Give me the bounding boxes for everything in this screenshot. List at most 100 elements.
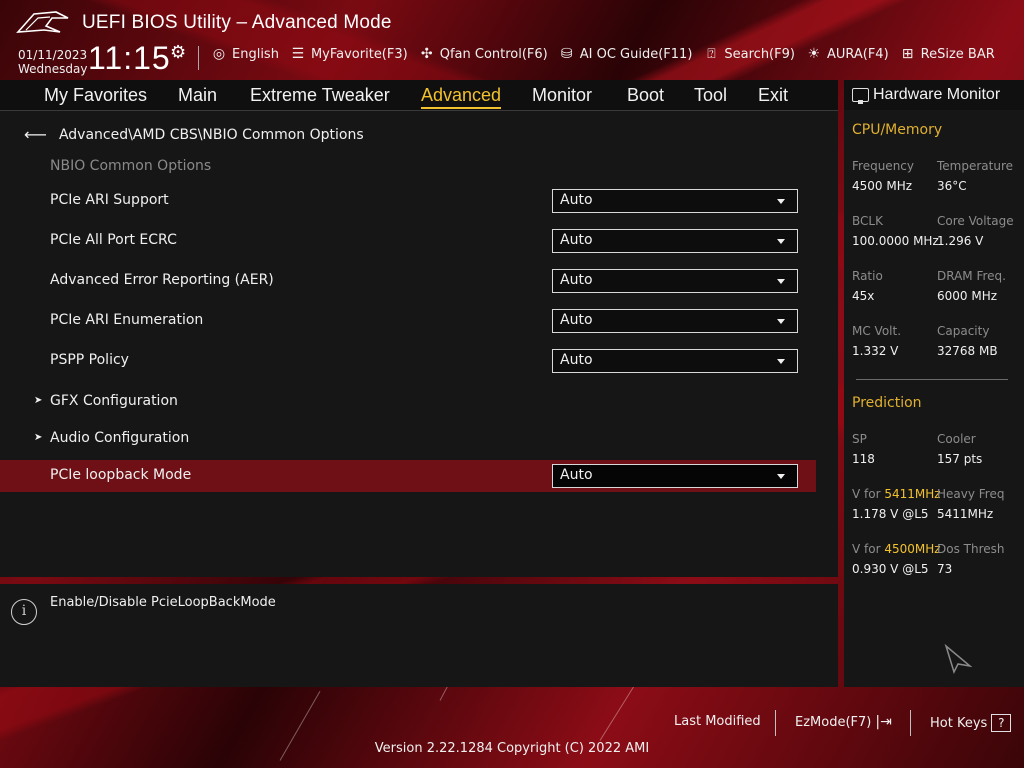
sp-value: 118: [852, 452, 875, 466]
frequency-label: Frequency: [852, 159, 914, 173]
setting-label: PSPP Policy: [50, 352, 129, 368]
v-for-heavy-value: 1.178 V @L5: [852, 507, 929, 521]
submenu-arrow-icon: ➤: [34, 395, 43, 406]
v-for-heavy-label: V for 5411MHz: [852, 487, 941, 501]
app-title: UEFI BIOS Utility – Advanced Mode: [82, 12, 392, 33]
v-for-dos-value: 0.930 V @L5: [852, 562, 929, 576]
hot-keys-button[interactable]: Hot Keys ?: [930, 714, 1012, 732]
help-panel: i Enable/Disable PcieLoopBackMode: [0, 584, 838, 687]
setting-label: PCIe ARI Support: [50, 192, 169, 208]
v-freq-highlight: 4500MHz: [884, 542, 941, 556]
bclk-value: 100.0000 MHz: [852, 234, 939, 248]
cooler-value: 157 pts: [937, 452, 983, 466]
frequency-value: 4500 MHz: [852, 179, 913, 193]
v-for-dos-label: V for 4500MHz: [852, 542, 941, 556]
aura-button[interactable]: ☀ AURA(F4): [805, 46, 889, 62]
setting-label: PCIe All Port ECRC: [50, 232, 177, 248]
select-value: Auto: [560, 232, 593, 248]
pcie-ari-enumeration-select[interactable]: Auto: [552, 309, 798, 333]
qfan-label: Qfan Control(F6): [439, 46, 548, 62]
cooler-label: Cooler: [937, 432, 976, 446]
sp-label: SP: [852, 432, 867, 446]
tab-advanced[interactable]: Advanced: [421, 85, 502, 109]
select-value: Auto: [560, 192, 593, 208]
setting-row-pcie-ari-support[interactable]: PCIe ARI Support Auto: [0, 185, 816, 217]
dropdown-caret-icon: [777, 319, 785, 324]
monitor-icon: [852, 88, 869, 104]
search-label: Search(F9): [724, 46, 795, 62]
tab-my-favorites[interactable]: My Favorites: [44, 85, 147, 106]
select-value: Auto: [560, 272, 593, 288]
mc-volt-value: 1.332 V: [852, 344, 899, 358]
setting-label: Advanced Error Reporting (AER): [50, 272, 274, 288]
ezmode-button[interactable]: EzMode(F7) |⇥: [795, 714, 892, 730]
search-icon: ⍰: [707, 46, 716, 62]
v-prefix: V for: [852, 487, 885, 501]
tab-main[interactable]: Main: [178, 85, 217, 106]
submenu-label: Audio Configuration: [50, 430, 190, 446]
back-arrow-icon[interactable]: ⟵: [24, 125, 47, 144]
hot-keys-label: Hot Keys: [930, 715, 988, 731]
toolbar-divider: [198, 46, 199, 70]
language-button[interactable]: ◎ English: [210, 46, 279, 62]
aura-icon: ☀: [807, 46, 821, 62]
submenu-arrow-icon: ➤: [34, 432, 43, 443]
tab-tool[interactable]: Tool: [694, 85, 727, 106]
setting-label: PCIe ARI Enumeration: [50, 312, 204, 328]
settings-panel: ⟵ Advanced\AMD CBS\NBIO Common Options N…: [0, 111, 838, 577]
qfan-control-button[interactable]: ✣ Qfan Control(F6): [418, 46, 548, 62]
pcie-all-port-ecrc-select[interactable]: Auto: [552, 229, 798, 253]
prediction-title: Prediction: [852, 395, 922, 411]
last-modified-label: Last Modified: [674, 714, 761, 729]
temperature-label: Temperature: [937, 159, 1014, 173]
aer-select[interactable]: Auto: [552, 269, 798, 293]
search-button[interactable]: ⍰ Search(F9): [702, 46, 795, 62]
setting-row-pcie-loopback-mode[interactable]: PCIe loopback Mode Auto: [0, 460, 816, 492]
dram-freq-value: 6000 MHz: [937, 289, 998, 303]
footer-divider: [910, 710, 911, 736]
tab-boot[interactable]: Boot: [627, 85, 664, 106]
setting-row-pcie-all-port-ecrc[interactable]: PCIe All Port ECRC Auto: [0, 225, 816, 257]
cpu-memory-title: CPU/Memory: [852, 122, 943, 138]
tab-monitor[interactable]: Monitor: [532, 85, 592, 106]
section-title: NBIO Common Options: [50, 158, 212, 174]
pcie-loopback-mode-select[interactable]: Auto: [552, 464, 798, 488]
fan-icon: ✣: [420, 46, 433, 62]
setting-row-pcie-ari-enumeration[interactable]: PCIe ARI Enumeration Auto: [0, 305, 816, 337]
info-icon: i: [11, 599, 37, 625]
clock: 11:15: [88, 40, 171, 76]
resize-bar-button[interactable]: ⊞ ReSize BAR: [899, 46, 995, 62]
breadcrumb-path: Advanced\AMD CBS\NBIO Common Options: [58, 126, 364, 143]
gear-icon[interactable]: ⚙: [170, 42, 186, 63]
core-voltage-label: Core Voltage: [937, 214, 1014, 228]
pspp-policy-select[interactable]: Auto: [552, 349, 798, 373]
myfavorite-button[interactable]: ☰ MyFavorite(F3): [289, 46, 408, 62]
main-nav: My Favorites Main Extreme Tweaker Advanc…: [0, 80, 838, 111]
favorite-icon: ☰: [291, 46, 305, 62]
submenu-label: GFX Configuration: [50, 393, 178, 409]
aura-label: AURA(F4): [826, 46, 889, 62]
submenu-audio-configuration[interactable]: ➤ Audio Configuration: [0, 423, 816, 455]
last-modified-button[interactable]: Last Modified: [674, 714, 761, 729]
ai-chip-icon: ⛁: [560, 46, 573, 62]
hardware-monitor-header: Hardware Monitor: [844, 80, 1024, 110]
setting-label: PCIe loopback Mode: [50, 467, 192, 483]
globe-icon: ◎: [212, 46, 226, 62]
submenu-gfx-configuration[interactable]: ➤ GFX Configuration: [0, 386, 816, 418]
tab-extreme-tweaker[interactable]: Extreme Tweaker: [250, 85, 390, 106]
setting-row-aer[interactable]: Advanced Error Reporting (AER) Auto: [0, 265, 816, 297]
capacity-label: Capacity: [937, 324, 990, 338]
pcie-ari-support-select[interactable]: Auto: [552, 189, 798, 213]
resize-bar-icon: ⊞: [901, 46, 914, 62]
dos-thresh-value: 73: [937, 562, 953, 576]
dropdown-caret-icon: [777, 474, 785, 479]
dram-freq-label: DRAM Freq.: [937, 269, 1006, 283]
core-voltage-value: 1.296 V: [937, 234, 984, 248]
tab-exit[interactable]: Exit: [758, 85, 788, 106]
select-value: Auto: [560, 352, 593, 368]
select-value: Auto: [560, 467, 593, 483]
ai-oc-guide-button[interactable]: ⛁ AI OC Guide(F11): [558, 46, 693, 62]
footer-divider: [775, 710, 776, 736]
setting-row-pspp-policy[interactable]: PSPP Policy Auto: [0, 345, 816, 377]
cursor-logo-icon: [944, 644, 972, 674]
